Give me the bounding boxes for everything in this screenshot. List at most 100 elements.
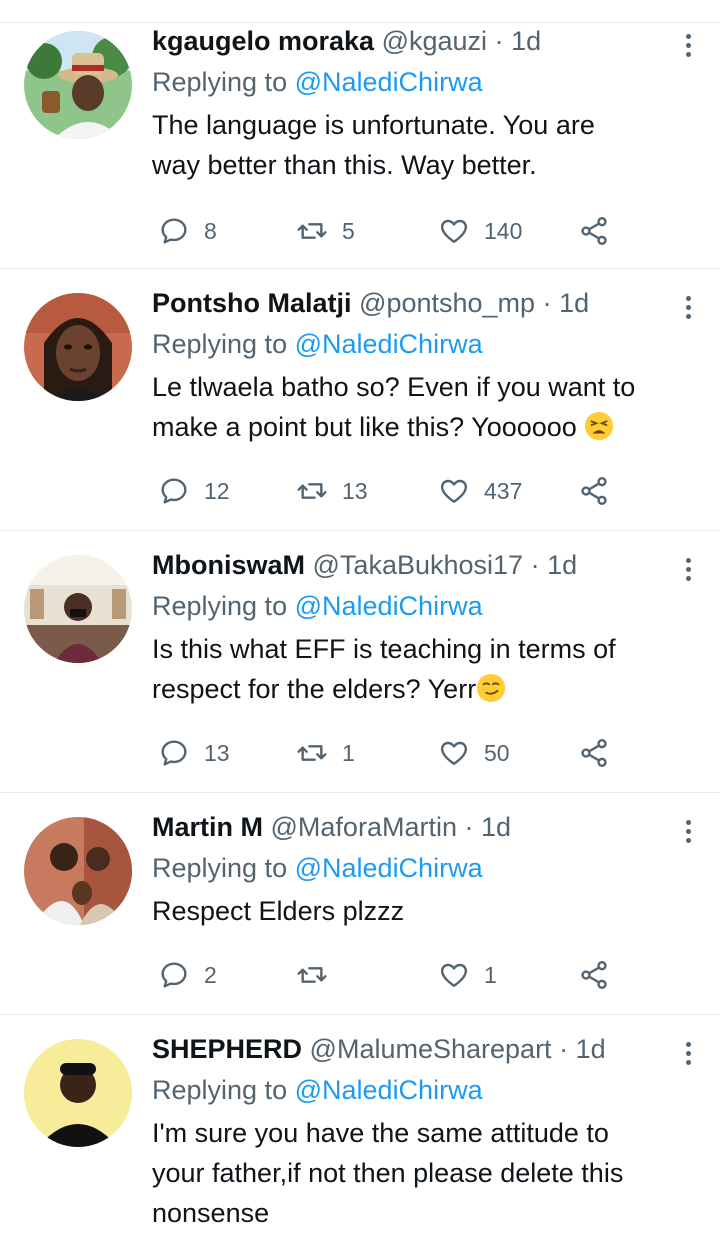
display-name[interactable]: MboniswaM <box>152 550 305 580</box>
more-options-icon[interactable] <box>682 1039 694 1069</box>
avatar[interactable] <box>24 293 132 401</box>
reply-icon <box>161 962 187 988</box>
share-button[interactable] <box>578 471 624 511</box>
user-handle[interactable]: @kgauzi <box>382 26 487 56</box>
reply-icon <box>161 740 187 766</box>
separator-dot: · <box>542 288 552 318</box>
retweet-button[interactable] <box>296 955 342 995</box>
share-button[interactable] <box>578 955 624 995</box>
mention-link[interactable]: @NalediChirwa <box>295 591 483 621</box>
tweet-text: Respect Elders plzzz <box>152 891 690 931</box>
tweet-text-line: your father,if not then please delete th… <box>152 1158 624 1188</box>
like-count: 1 <box>484 961 497 988</box>
replying-to: Replying to @NalediChirwa <box>152 325 690 363</box>
tweet-text-line: Respect Elders plzzz <box>152 896 405 926</box>
tweet-header: Martin M @MaforaMartin · 1d <box>152 809 690 845</box>
share-icon <box>581 217 607 245</box>
reply-count: 2 <box>204 961 217 988</box>
mention-link[interactable]: @NalediChirwa <box>295 329 483 359</box>
tweet-text-line: The language is unfortunate. You are <box>152 110 595 140</box>
retweet-icon <box>297 967 327 983</box>
avatar-image <box>24 293 132 401</box>
tweet-actions: 2 1 <box>158 955 628 995</box>
share-button[interactable] <box>578 733 624 773</box>
user-handle[interactable]: @MaforaMartin <box>271 812 457 842</box>
like-button[interactable]: 140 <box>438 211 522 251</box>
avatar-image <box>24 1039 132 1147</box>
tweet-text: Le tlwaela batho so? Even if you want to… <box>152 367 690 447</box>
share-button[interactable] <box>578 211 624 251</box>
tweet-3[interactable]: MboniswaM @TakaBukhosi17 · 1d Replying t… <box>0 530 720 792</box>
like-button[interactable]: 437 <box>438 471 522 511</box>
user-handle[interactable]: @pontsho_mp <box>359 288 535 318</box>
tweet-actions: 12 13 437 <box>158 471 628 511</box>
reply-icon <box>161 218 187 244</box>
separator-dot: · <box>559 1034 569 1064</box>
tweet-actions: 8 5 140 <box>158 211 628 251</box>
timestamp[interactable]: 1d <box>481 812 511 842</box>
avatar[interactable] <box>24 555 132 663</box>
retweet-button[interactable]: 1 <box>296 733 355 773</box>
tweet-2[interactable]: Pontsho Malatji @pontsho_mp · 1d Replyin… <box>0 268 720 530</box>
more-options-icon[interactable] <box>682 31 694 61</box>
heart-icon <box>440 479 468 503</box>
reply-button[interactable]: 12 <box>158 471 230 511</box>
tweet-text-line: nonsense <box>152 1198 270 1228</box>
smirking-face-emoji-icon <box>477 673 506 703</box>
avatar-image <box>24 817 132 925</box>
more-options-icon[interactable] <box>682 817 694 847</box>
tweet-text-line: respect for the elders? Yerr <box>152 669 690 709</box>
heart-icon <box>440 741 468 765</box>
replying-to: Replying to @NalediChirwa <box>152 587 690 625</box>
avatar[interactable] <box>24 1039 132 1147</box>
avatar-image <box>24 555 132 663</box>
reply-button[interactable]: 2 <box>158 955 217 995</box>
timestamp[interactable]: 1d <box>559 288 589 318</box>
display-name[interactable]: kgaugelo moraka <box>152 26 374 56</box>
display-name[interactable]: Pontsho Malatji <box>152 288 352 318</box>
heart-icon <box>440 963 468 987</box>
mention-link[interactable]: @NalediChirwa <box>295 67 483 97</box>
avatar[interactable] <box>24 817 132 925</box>
retweet-count: 1 <box>342 739 355 766</box>
more-options-icon[interactable] <box>682 555 694 585</box>
user-handle[interactable]: @TakaBukhosi17 <box>313 550 524 580</box>
retweet-count: 5 <box>342 217 355 244</box>
tweet-text: I'm sure you have the same attitude to y… <box>152 1113 690 1233</box>
mention-link[interactable]: @NalediChirwa <box>295 1075 483 1105</box>
tweet-text-line: make a point but like this? Yoooooo <box>152 407 690 447</box>
timestamp[interactable]: 1d <box>576 1034 606 1064</box>
display-name[interactable]: SHEPHERD <box>152 1034 302 1064</box>
avatar-image <box>24 31 132 139</box>
more-options-icon[interactable] <box>682 293 694 323</box>
display-name[interactable]: Martin M <box>152 812 263 842</box>
separator-dot: · <box>464 812 474 842</box>
retweet-button[interactable]: 13 <box>296 471 368 511</box>
retweet-button[interactable]: 5 <box>296 211 355 251</box>
timestamp[interactable]: 1d <box>547 550 577 580</box>
reply-count: 13 <box>204 739 230 766</box>
tweet-text-line: way better than this. Way better. <box>152 150 537 180</box>
retweet-icon <box>297 483 327 499</box>
timestamp[interactable]: 1d <box>511 26 541 56</box>
like-count: 50 <box>484 739 510 766</box>
reply-button[interactable]: 8 <box>158 211 217 251</box>
like-button[interactable]: 1 <box>438 955 497 995</box>
avatar[interactable] <box>24 31 132 139</box>
tweet-1[interactable]: kgaugelo moraka @kgauzi · 1d Replying to… <box>0 22 720 268</box>
like-button[interactable]: 50 <box>438 733 510 773</box>
separator-dot: · <box>530 550 540 580</box>
tweet-4[interactable]: Martin M @MaforaMartin · 1d Replying to … <box>0 792 720 1014</box>
reply-button[interactable]: 13 <box>158 733 230 773</box>
replying-prefix: Replying to <box>152 329 288 359</box>
tweet-text-span: make a point but like this? Yoooooo <box>152 412 577 442</box>
reply-count: 12 <box>204 477 230 504</box>
retweet-icon <box>297 745 327 761</box>
tweet-5[interactable]: SHEPHERD @MalumeSharepart · 1d Replying … <box>0 1014 720 1236</box>
replying-to: Replying to @NalediChirwa <box>152 63 690 101</box>
mention-link[interactable]: @NalediChirwa <box>295 853 483 883</box>
replying-prefix: Replying to <box>152 591 288 621</box>
tweet-header: kgaugelo moraka @kgauzi · 1d <box>152 23 690 59</box>
retweet-icon <box>297 223 327 239</box>
user-handle[interactable]: @MalumeSharepart <box>310 1034 552 1064</box>
